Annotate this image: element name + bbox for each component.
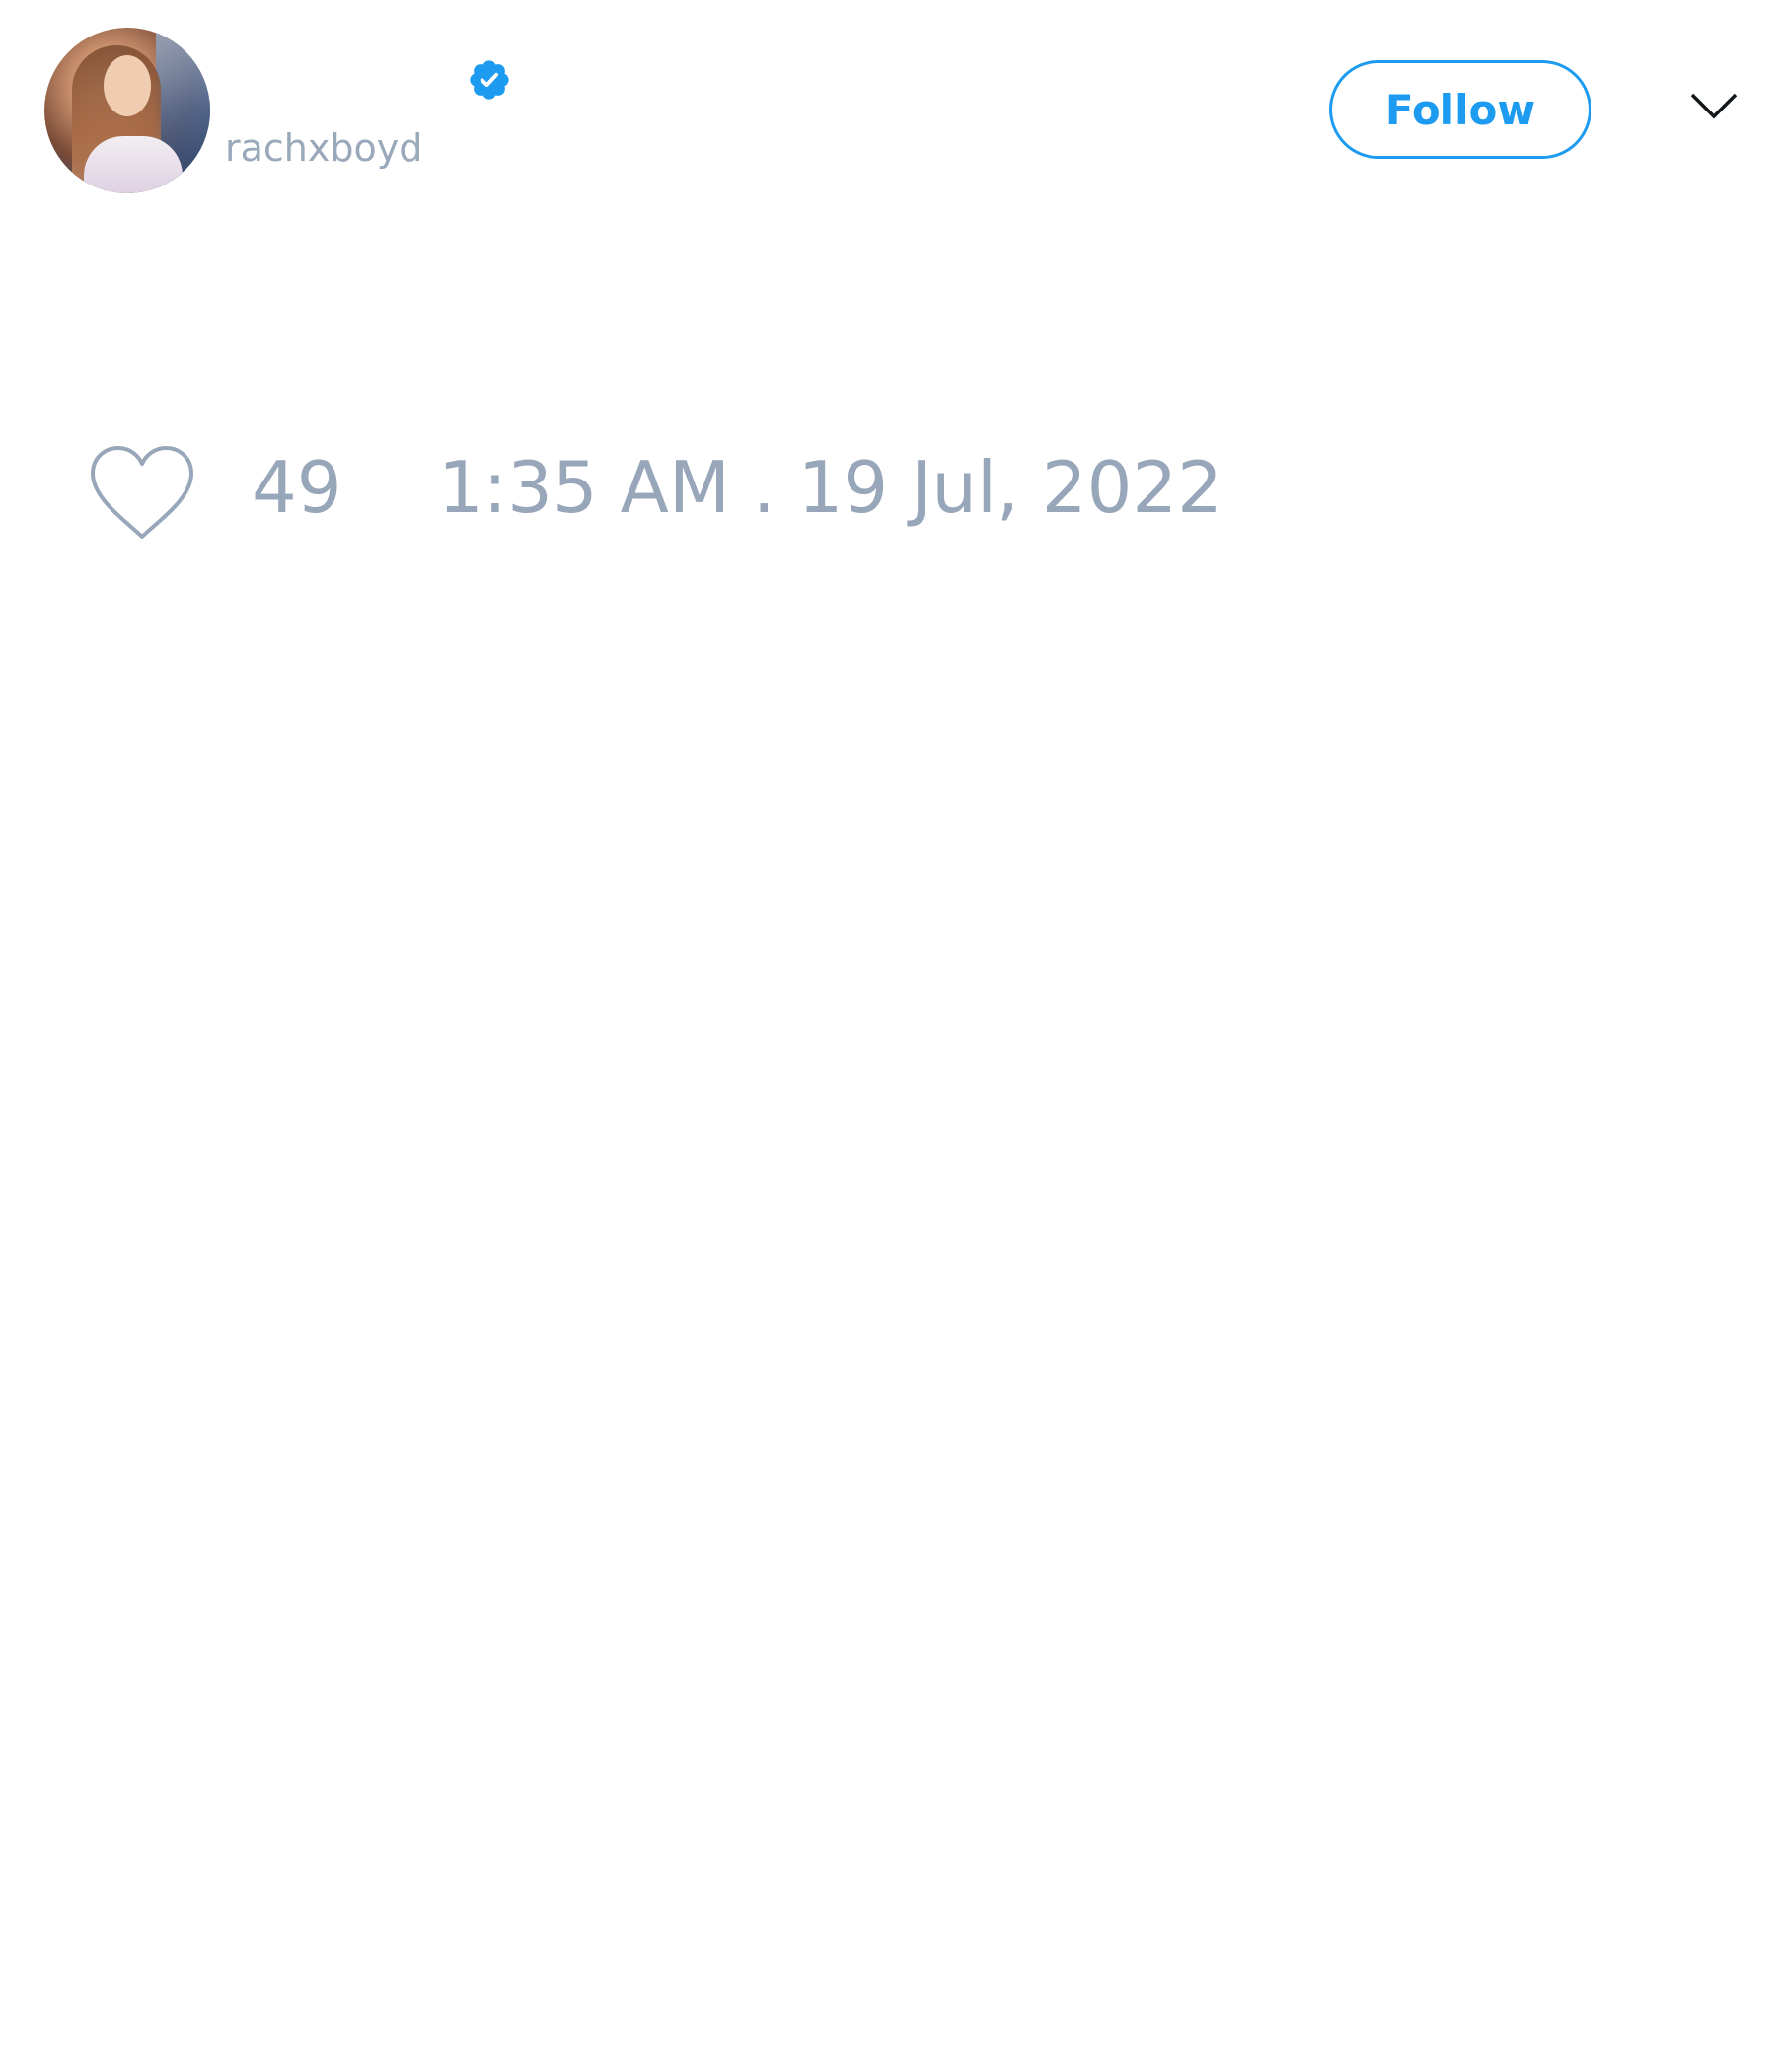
author-handle[interactable]: rachxboyd [225,126,422,170]
heart-icon[interactable] [89,444,195,543]
follow-button[interactable]: Follow [1329,60,1591,159]
avatar-face [104,55,151,116]
avatar-shirt [84,136,183,193]
tweet-timestamp[interactable]: 1:35 AM . 19 Jul, 2022 [438,452,1222,523]
like-count: 49 [252,446,342,529]
verified-badge-icon [470,60,509,100]
tweet-stats-row: 49 1:35 AM . 19 Jul, 2022 [0,444,1776,553]
tweet-card: rachxboyd Follow 49 1:35 AM . 19 Jul, 20… [0,0,1776,2072]
avatar[interactable] [44,28,210,193]
chevron-down-icon[interactable] [1689,91,1739,120]
